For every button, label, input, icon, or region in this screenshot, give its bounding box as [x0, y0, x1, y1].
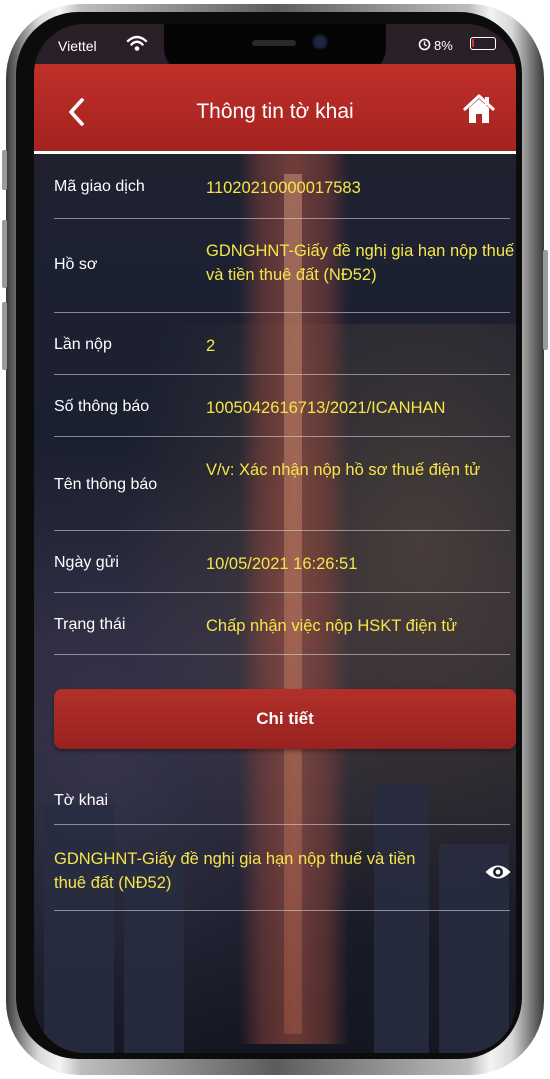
eye-icon[interactable]: [484, 862, 512, 882]
field-row-submission-count: Lần nộp 2: [54, 312, 510, 375]
field-row-transaction-code: Mã giao dịch 11020210000017583: [54, 154, 510, 219]
declaration-label: Tờ khai: [54, 792, 109, 809]
field-row-status: Trạng thái Chấp nhận việc nộp HSKT điện …: [54, 592, 510, 655]
mute-switch: [2, 150, 7, 190]
declaration-file-link[interactable]: GDNGHNT-Giấy đề nghị gia hạn nộp thuế và…: [54, 847, 434, 895]
field-label: Lần nộp: [54, 336, 112, 353]
wifi-icon: [126, 35, 148, 51]
front-camera: [314, 36, 326, 48]
divider: [54, 824, 510, 825]
status-bar: Viettel 8%: [34, 24, 516, 74]
alarm-icon: [418, 38, 431, 51]
background-building: [44, 804, 114, 1053]
detail-button[interactable]: Chi tiết: [54, 689, 516, 749]
field-row-notice-number: Số thông báo 1005042616713/2021/ICANHAN: [54, 374, 510, 437]
header-bar: Thông tin tờ khai: [34, 64, 516, 154]
field-label: Hồ sơ: [54, 256, 98, 273]
battery-level: [472, 39, 474, 47]
home-icon[interactable]: [462, 92, 496, 126]
field-value: Chấp nhận việc nộp HSKT điện tử: [206, 617, 458, 635]
volume-down-button: [2, 302, 7, 370]
carrier-name: Viettel: [58, 38, 97, 54]
field-row-notice-name: Tên thông báo V/v: Xác nhận nộp hồ sơ th…: [54, 436, 510, 531]
field-label: Trạng thái: [54, 616, 126, 633]
field-value: GDNGHNT-Giấy đề nghị gia hạn nộp thuế và…: [206, 242, 515, 284]
app-screen: Viettel 8% Thông tin tờ khai Mã giao dịc…: [34, 24, 516, 1053]
field-label: Mã giao dịch: [54, 178, 145, 195]
field-label: Tên thông báo: [54, 476, 158, 493]
power-button: [543, 250, 548, 350]
divider: [54, 910, 510, 911]
field-value: 10/05/2021 16:26:51: [206, 555, 358, 573]
battery-icon: [470, 37, 496, 50]
field-value: 2: [206, 337, 216, 355]
battery-percent: 8%: [434, 38, 453, 53]
page-title: Thông tin tờ khai: [196, 100, 354, 123]
field-row-dossier: Hồ sơ GDNGHNT-Giấy đề nghị gia hạn nộp t…: [54, 218, 514, 313]
detail-button-label: Chi tiết: [256, 709, 314, 728]
field-value: 11020210000017583: [206, 179, 361, 197]
field-label: Số thông báo: [54, 398, 150, 415]
volume-up-button: [2, 220, 7, 288]
speaker-grille: [252, 40, 296, 46]
field-value: V/v: Xác nhận nộp hồ sơ thuế điện tử: [206, 461, 481, 479]
field-label: Ngày gửi: [54, 554, 119, 571]
field-value: 1005042616713/2021/ICANHAN: [206, 399, 446, 417]
field-row-sent-date: Ngày gửi 10/05/2021 16:26:51: [54, 530, 510, 593]
